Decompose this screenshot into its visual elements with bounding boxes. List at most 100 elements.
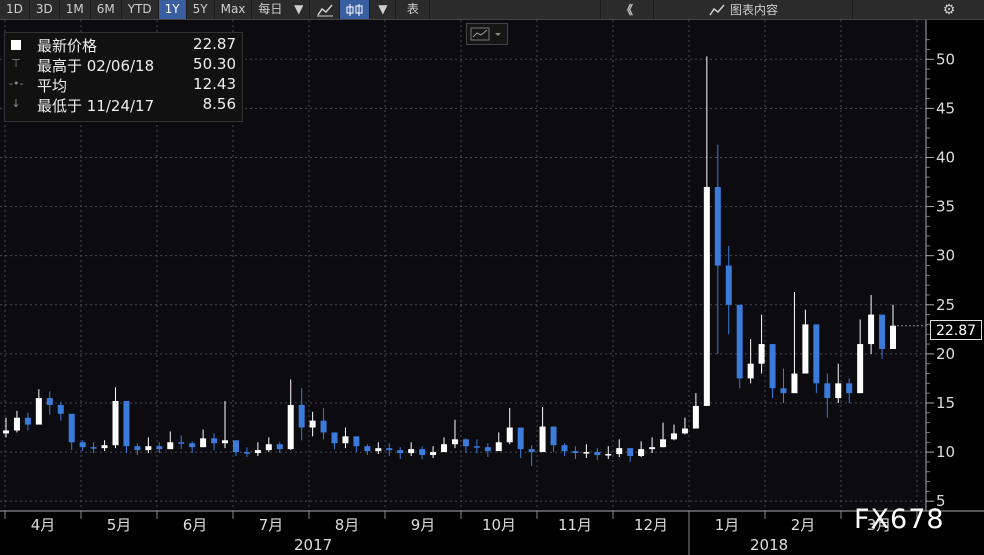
x-tick-label: 8月 (335, 516, 360, 534)
y-tick-label: 50 (936, 50, 955, 68)
candle-body (747, 363, 754, 379)
candle-body (430, 452, 437, 456)
candle-body (254, 450, 261, 454)
candle-body (101, 445, 108, 449)
x-year-label: 2017 (294, 536, 332, 554)
candle-body (167, 442, 174, 450)
legend-label: 最低于 11/24/17 (37, 97, 155, 115)
candle-body (473, 446, 480, 448)
candle-body (112, 401, 119, 446)
candle-body (13, 417, 20, 431)
candle-body (79, 442, 86, 448)
candle-body (824, 383, 831, 399)
candle-body (780, 388, 787, 394)
candle-body (298, 404, 305, 428)
candle-body (846, 383, 853, 394)
candle-body (441, 444, 448, 453)
candle-body (857, 344, 864, 394)
candle-body (211, 438, 218, 444)
candle-body (24, 417, 31, 425)
candle-body (320, 420, 327, 433)
candle-body (627, 448, 634, 457)
candle-body (3, 430, 9, 434)
x-tick-label: 1月 (715, 516, 740, 534)
x-tick-label: 5月 (107, 516, 132, 534)
legend-value: 22.87 (193, 35, 236, 53)
legend-label: 平均 (37, 77, 68, 95)
watermark: FX678 (854, 504, 945, 535)
candle-body (791, 373, 798, 394)
candle-body (890, 325, 896, 349)
candle-body (835, 383, 842, 399)
chart-style-control[interactable] (466, 23, 508, 45)
candle-body (200, 438, 207, 448)
candle-body (572, 451, 579, 454)
candle-body (506, 427, 513, 443)
candle-body (408, 449, 415, 454)
candle-body (484, 447, 491, 452)
candle-body (419, 449, 426, 456)
legend-value: 12.43 (193, 75, 236, 93)
legend-high: ⊤ 最高于 02/06/18 50.30 (5, 55, 242, 75)
x-tick-label: 6月 (183, 516, 208, 534)
legend-value: 8.56 (202, 95, 236, 113)
candle-body (222, 440, 229, 444)
candle-body (123, 401, 130, 447)
candle-body (451, 439, 458, 445)
candle-body (649, 447, 656, 450)
candle-body (46, 398, 53, 405)
candle-body (714, 186, 721, 266)
candle-body (90, 447, 97, 449)
x-tick-label: 10月 (482, 516, 516, 534)
y-tick-label: 20 (936, 345, 955, 363)
candle-body (276, 444, 283, 450)
legend-average: -•- 平均 12.43 (5, 75, 242, 95)
candle-body (681, 428, 688, 434)
x-tick-label: 7月 (259, 516, 284, 534)
candle-body (616, 448, 623, 455)
legend-low: ↓ 最低于 11/24/17 8.56 (5, 95, 242, 115)
candle-body (736, 304, 743, 379)
candle-body (528, 449, 535, 453)
candle-body (725, 265, 732, 305)
candle-body (638, 449, 645, 457)
candle-body (57, 404, 64, 414)
legend-last-price: 最新价格 22.87 (5, 35, 242, 55)
candle-body (134, 446, 141, 451)
candle-body (539, 426, 546, 453)
chart-legend: 最新价格 22.87 ⊤ 最高于 02/06/18 50.30 -•- 平均 1… (4, 32, 243, 122)
candle-body (495, 442, 502, 452)
candle-body (386, 448, 393, 451)
candle-body (670, 433, 677, 440)
candle-body (769, 344, 776, 389)
candle-body (189, 443, 196, 448)
candle-body (462, 439, 469, 447)
candle-body (550, 426, 557, 446)
last-price-tag: 22.87 (930, 320, 982, 340)
y-tick-label: 10 (936, 443, 955, 461)
candle-body (605, 454, 612, 456)
candle-body (561, 445, 568, 452)
candle-body (813, 324, 820, 384)
candle-body (232, 440, 239, 453)
candle-body (309, 420, 316, 428)
legend-average-icon: -•- (9, 77, 24, 90)
y-tick-label: 35 (936, 198, 955, 216)
legend-high-icon: ⊤ (11, 57, 21, 70)
candle-body (178, 442, 185, 444)
candle-body (517, 427, 524, 450)
candle-body (364, 446, 371, 452)
candle-body (331, 432, 338, 444)
candle-body (397, 450, 404, 454)
legend-label: 最新价格 (37, 37, 98, 55)
candle-body (879, 314, 886, 349)
mini-line-icon (470, 27, 501, 41)
candle-body (594, 452, 601, 456)
candle-body (145, 446, 152, 451)
candle-body (287, 404, 294, 450)
x-tick-label: 9月 (411, 516, 436, 534)
y-tick-label: 40 (936, 148, 955, 166)
x-tick-label: 4月 (31, 516, 56, 534)
x-year-label: 2018 (750, 536, 788, 554)
candle-body (342, 436, 349, 444)
